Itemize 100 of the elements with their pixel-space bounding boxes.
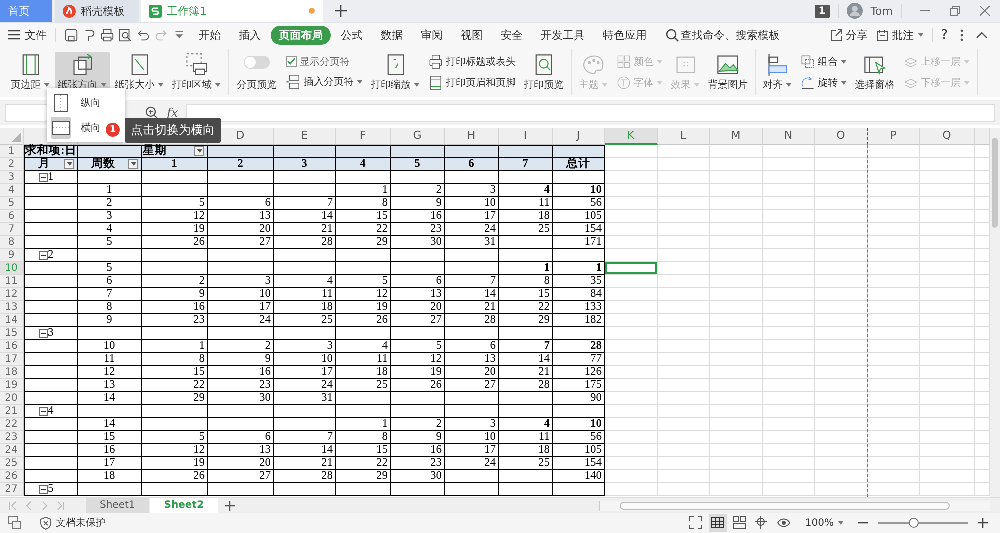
- filter-button[interactable]: [128, 159, 138, 169]
- file-menu-button[interactable]: 文件: [8, 28, 47, 42]
- ribbon-button[interactable]: 旋转: [800, 74, 847, 91]
- toggle-switch[interactable]: [244, 56, 270, 69]
- zoom-icon[interactable]: [145, 106, 159, 120]
- save-icon[interactable]: [64, 28, 79, 42]
- notification-badge[interactable]: 1: [814, 4, 830, 18]
- plus-icon[interactable]: [224, 500, 235, 510]
- column-header[interactable]: E: [274, 128, 336, 145]
- ribbon-tab[interactable]: 公式: [333, 26, 371, 44]
- row-header[interactable]: 27: [0, 483, 24, 496]
- vertical-scrollbar[interactable]: [990, 128, 1000, 497]
- ribbon-tab[interactable]: 插入: [231, 26, 269, 44]
- row-header[interactable]: 7: [0, 223, 24, 236]
- ribbon-tab[interactable]: 特色应用: [595, 26, 655, 44]
- filter-button[interactable]: [64, 159, 74, 169]
- protection-status[interactable]: 文档未保护: [40, 516, 106, 530]
- page-break-view-icon[interactable]: [731, 514, 750, 532]
- formula-input[interactable]: [186, 104, 995, 122]
- column-header[interactable]: G: [391, 128, 445, 145]
- menu-item[interactable]: 纵向: [51, 91, 121, 114]
- zoom-level-dropdown[interactable]: 100%: [805, 518, 844, 528]
- column-header[interactable]: I: [499, 128, 553, 145]
- collapse-box-icon[interactable]: [39, 172, 48, 182]
- ribbon-tab[interactable]: 安全: [493, 26, 531, 44]
- row-header[interactable]: 21: [0, 405, 24, 418]
- document-tab[interactable]: 工作簿1: [141, 0, 323, 22]
- sheet-tab[interactable]: Sheet1: [86, 498, 150, 513]
- row-header[interactable]: 16: [0, 340, 24, 353]
- ribbon-tab[interactable]: 开发工具: [533, 26, 593, 44]
- avatar-icon[interactable]: [846, 3, 863, 19]
- column-header[interactable]: N: [763, 128, 815, 145]
- more-icon[interactable]: [960, 28, 964, 42]
- collapse-box-icon[interactable]: [39, 328, 48, 338]
- row-header[interactable]: 8: [0, 236, 24, 249]
- row-header[interactable]: 3: [0, 171, 24, 184]
- ribbon-button[interactable]: 打印预览: [521, 52, 567, 93]
- ribbon-button[interactable]: 打印页眉和页脚: [428, 74, 516, 91]
- zoom-in-icon[interactable]: [978, 518, 988, 528]
- ribbon-tab[interactable]: 页面布局: [271, 26, 331, 44]
- collapse-box-icon[interactable]: [39, 406, 48, 416]
- column-header[interactable]: H: [445, 128, 499, 145]
- collapse-icon[interactable]: [976, 31, 988, 39]
- comment-button[interactable]: 批注: [876, 28, 924, 42]
- row-header[interactable]: 4: [0, 184, 24, 197]
- row-header[interactable]: 12: [0, 288, 24, 301]
- user-name[interactable]: Tom: [870, 4, 893, 18]
- fullscreen-icon[interactable]: [687, 514, 706, 532]
- ribbon-button[interactable]: 组合: [800, 54, 847, 70]
- column-header[interactable]: M: [710, 128, 763, 145]
- ribbon-button[interactable]: 对齐: [760, 52, 795, 93]
- row-header[interactable]: 13: [0, 301, 24, 314]
- row-header[interactable]: 11: [0, 275, 24, 288]
- row-header[interactable]: 9: [0, 249, 24, 262]
- active-cell[interactable]: [605, 262, 658, 275]
- ribbon-button[interactable]: 页边距: [8, 52, 53, 93]
- row-header[interactable]: 19: [0, 379, 24, 392]
- row-header[interactable]: 2: [0, 158, 24, 171]
- ribbon-button[interactable]: 选择窗格: [852, 52, 898, 93]
- ribbon-tab[interactable]: 开始: [191, 26, 229, 44]
- grid-view-icon[interactable]: [709, 514, 728, 532]
- row-header[interactable]: 26: [0, 470, 24, 483]
- row-header[interactable]: 14: [0, 314, 24, 327]
- share-button[interactable]: 分享: [830, 28, 868, 42]
- row-header[interactable]: 5: [0, 197, 24, 210]
- printer-icon[interactable]: [100, 28, 115, 42]
- preview-icon[interactable]: [118, 28, 133, 42]
- ribbon-button[interactable]: 插入分页符: [286, 74, 363, 90]
- maximize-icon[interactable]: [950, 6, 960, 16]
- column-header[interactable]: P: [868, 128, 920, 145]
- ribbon-button[interactable]: 背景图片: [705, 52, 751, 93]
- close-icon[interactable]: [980, 6, 990, 16]
- row-header[interactable]: 24: [0, 444, 24, 457]
- row-header[interactable]: 25: [0, 457, 24, 470]
- sheet-tab[interactable]: Sheet2: [150, 498, 218, 513]
- help-button[interactable]: ?: [941, 28, 948, 42]
- filter-button[interactable]: [194, 146, 204, 156]
- document-tab[interactable]: 稻壳模板: [55, 0, 139, 22]
- collapse-box-icon[interactable]: [39, 250, 48, 260]
- checkbox[interactable]: [286, 56, 297, 68]
- undo-icon[interactable]: [136, 28, 151, 42]
- row-header[interactable]: 18: [0, 366, 24, 379]
- column-header[interactable]: F: [336, 128, 391, 145]
- row-header[interactable]: 20: [0, 392, 24, 405]
- row-header[interactable]: 22: [0, 418, 24, 431]
- ribbon-button[interactable]: 打印缩放: [368, 52, 423, 93]
- slider-thumb[interactable]: [909, 518, 919, 528]
- row-header[interactable]: 15: [0, 327, 24, 340]
- row-header[interactable]: 23: [0, 431, 24, 444]
- ribbon-tab[interactable]: 审阅: [413, 26, 451, 44]
- ribbon-tab[interactable]: 数据: [373, 26, 411, 44]
- row-header[interactable]: 6: [0, 210, 24, 223]
- ribbon-button[interactable]: 打印区域: [169, 52, 224, 93]
- ribbon-button[interactable]: 打印标题或表头: [428, 54, 516, 70]
- row-header[interactable]: 17: [0, 353, 24, 366]
- horizontal-scrollbar[interactable]: [599, 500, 990, 510]
- row-header[interactable]: 1: [0, 145, 24, 158]
- plus-icon[interactable]: [335, 5, 347, 17]
- column-header[interactable]: O: [815, 128, 868, 145]
- collapse-box-icon[interactable]: [39, 484, 48, 494]
